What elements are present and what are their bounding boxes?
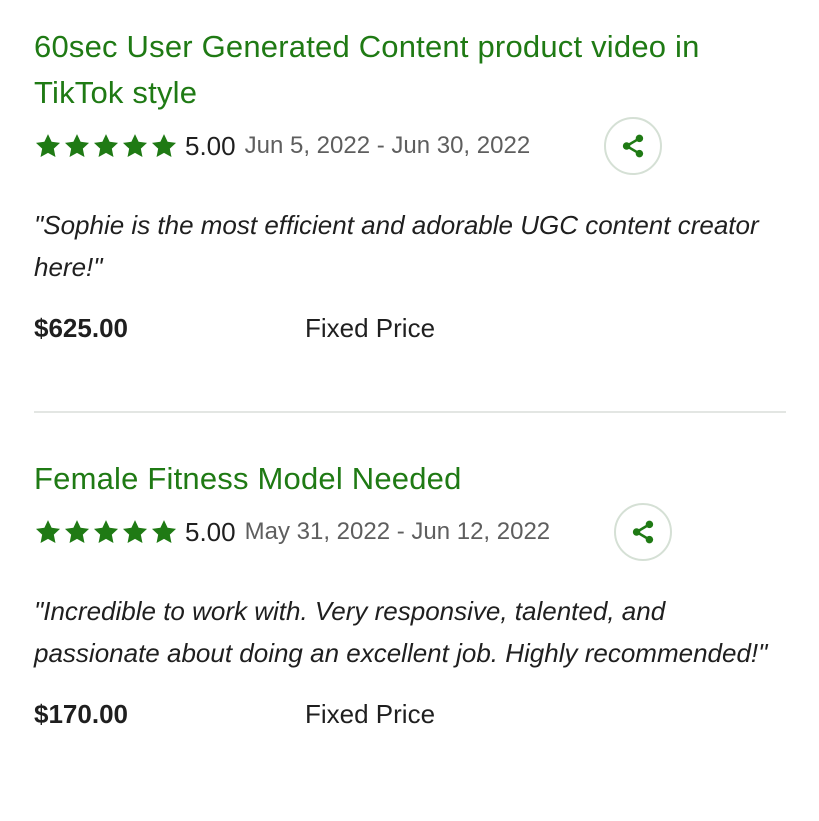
job-history-item: Female Fitness Model Needed 5.00 May 31,… [34,456,786,734]
star-rating [34,132,178,160]
client-feedback-quote: "Sophie is the most efficient and adorab… [34,210,759,282]
star-icon [34,132,62,160]
price-row: $625.00 Fixed Price [34,308,786,348]
star-icon [121,132,149,160]
star-rating [34,518,178,546]
job-title-link[interactable]: Female Fitness Model Needed [34,456,786,502]
job-price: $625.00 [34,312,128,343]
job-dates: May 31, 2022 - Jun 12, 2022 [244,518,551,545]
job-price: $170.00 [34,698,128,729]
share-button[interactable] [614,503,672,561]
rating-row: 5.00 Jun 5, 2022 - Jun 30, 2022 [34,116,786,176]
price-row: $170.00 Fixed Price [34,694,786,734]
price-type: Fixed Price [305,698,436,729]
star-icon [92,132,120,160]
star-icon [34,518,62,546]
rating-score: 5.00 [185,516,236,547]
divider [34,411,786,413]
rating-score: 5.00 [185,130,236,161]
star-icon [63,518,91,546]
star-icon [150,132,178,160]
client-feedback-quote: "Incredible to work with. Very responsiv… [34,596,768,668]
job-history-item: 60sec User Generated Content product vid… [34,24,786,348]
price-type: Fixed Price [305,312,436,343]
star-icon [92,518,120,546]
star-icon [63,132,91,160]
star-icon [121,518,149,546]
share-icon [619,132,647,160]
star-icon [150,518,178,546]
share-icon [629,518,657,546]
rating-row: 5.00 May 31, 2022 - Jun 12, 2022 [34,502,786,562]
share-button[interactable] [604,117,662,175]
job-dates: Jun 5, 2022 - Jun 30, 2022 [244,132,531,159]
job-title-link[interactable]: 60sec User Generated Content product vid… [34,24,786,116]
